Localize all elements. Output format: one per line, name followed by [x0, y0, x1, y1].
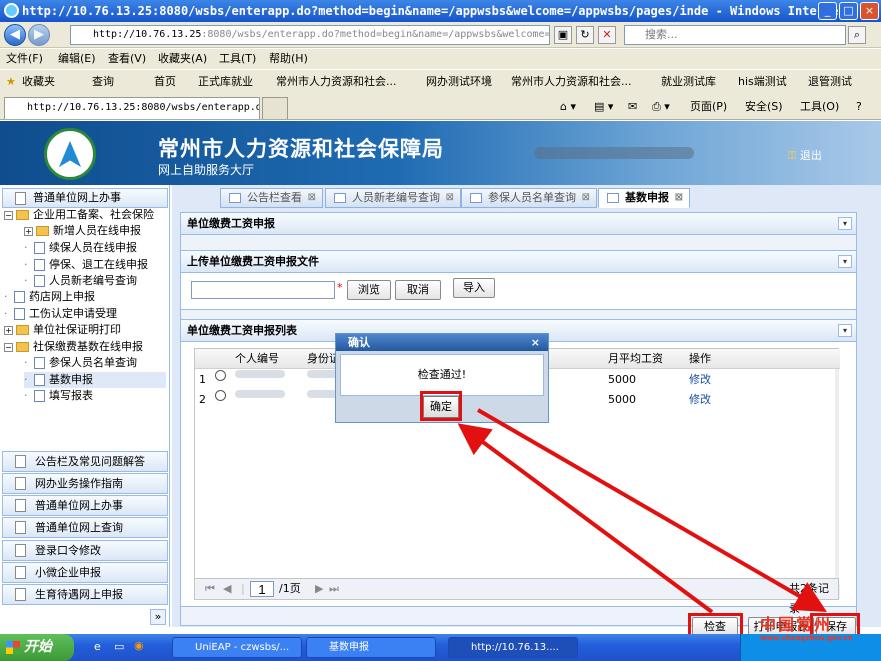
- quicklaunch-firefox-icon[interactable]: ◉: [134, 639, 144, 652]
- taskbar: 开始 e ▭ ◉ UniEAP - czwsbs/... 基数申报 http:/…: [0, 634, 881, 661]
- watermark-url: www.changzhou.gov.cn: [760, 634, 853, 642]
- windows-logo-icon: [6, 641, 20, 654]
- quicklaunch-ie-icon[interactable]: e: [94, 640, 101, 653]
- arrow-to-ok-button: [457, 423, 714, 614]
- start-label: 开始: [24, 639, 52, 655]
- task-ie-window[interactable]: http://10.76.13....: [448, 637, 578, 658]
- arrow-to-save-button: [476, 408, 827, 613]
- start-button[interactable]: 开始: [0, 634, 74, 661]
- annotation-arrows: [457, 408, 827, 614]
- quicklaunch-desktop-icon[interactable]: ▭: [114, 640, 124, 653]
- task-unieap[interactable]: UniEAP - czwsbs/...: [172, 637, 302, 658]
- gov-watermark: 中国常州 www.changzhou.gov.cn: [760, 616, 881, 644]
- watermark-text: 中国常州: [760, 615, 833, 634]
- task-base-declare[interactable]: 基数申报: [306, 637, 436, 658]
